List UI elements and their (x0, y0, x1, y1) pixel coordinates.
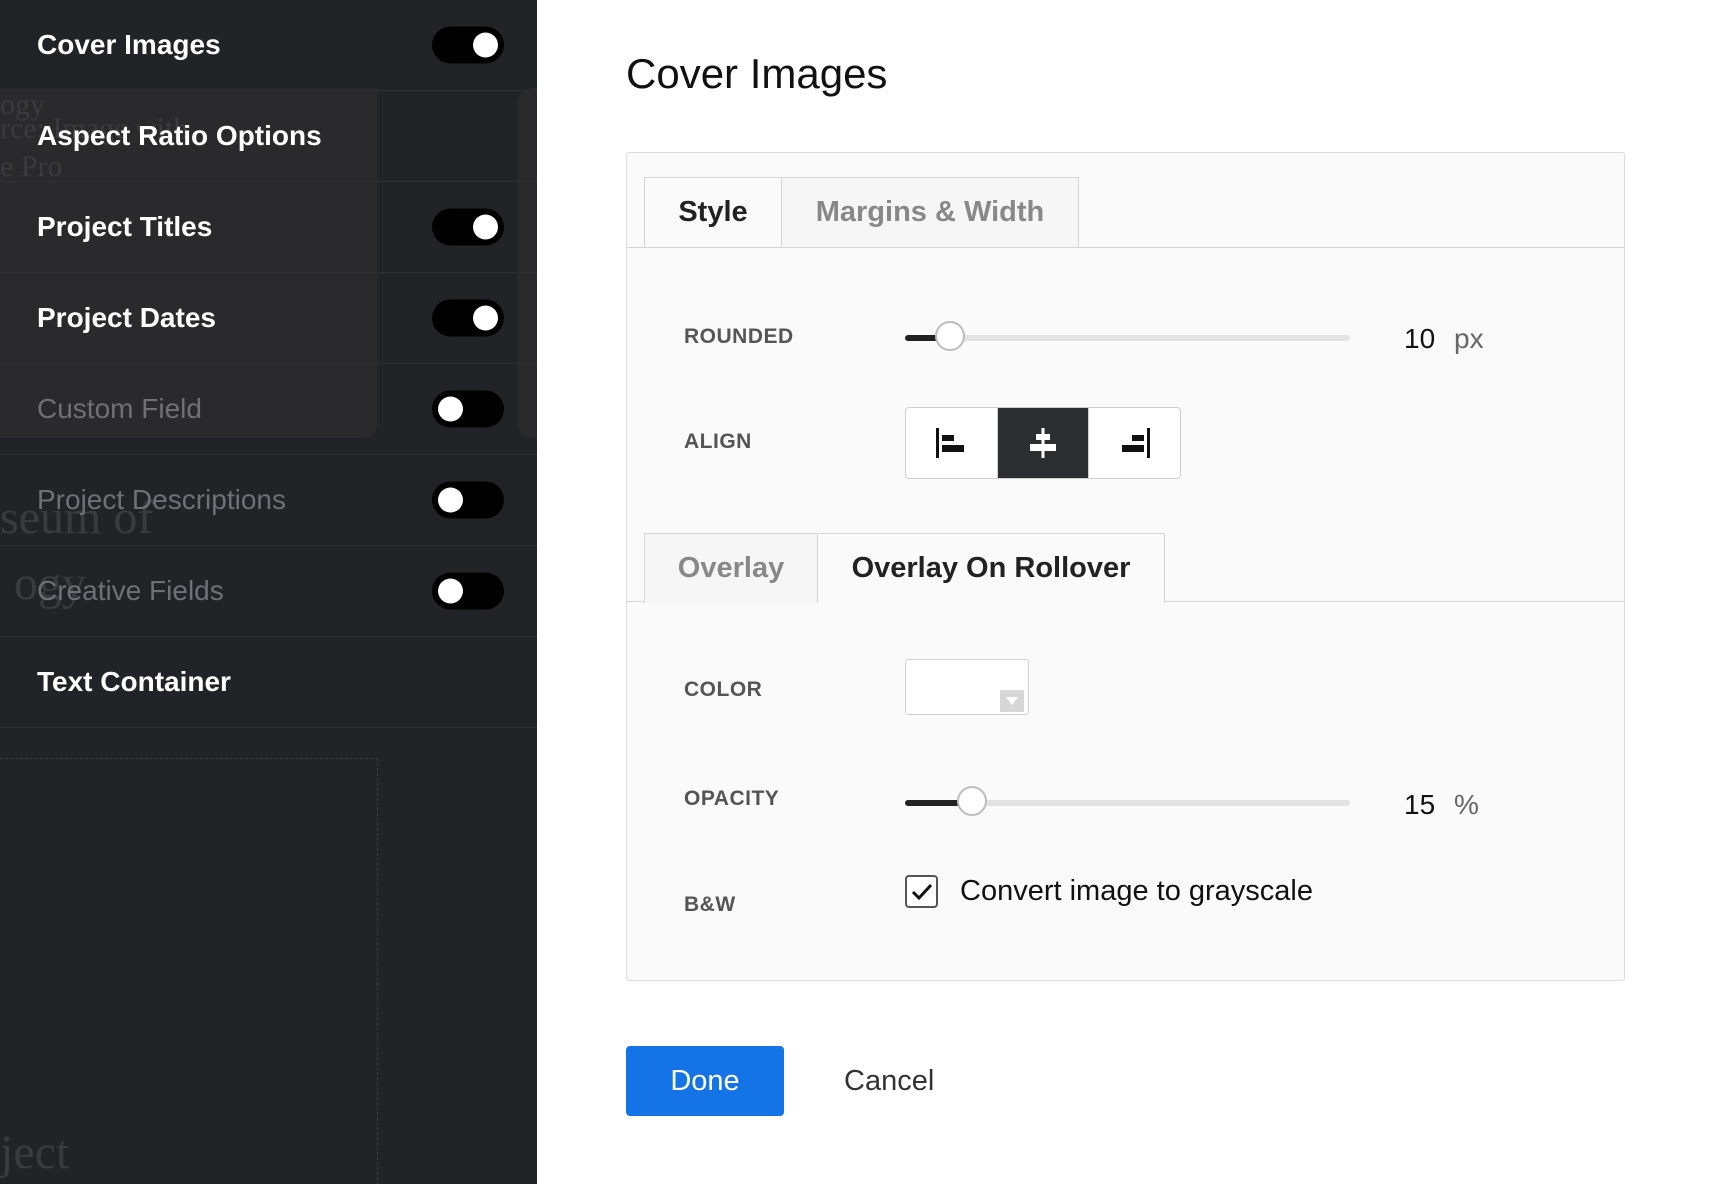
project-dates-toggle[interactable] (432, 299, 504, 337)
opacity-unit: % (1454, 789, 1479, 820)
align-center-icon (1030, 428, 1056, 458)
creative-fields-toggle[interactable] (432, 572, 504, 610)
setting-label: Creative Fields (37, 575, 224, 606)
align-left-icon (936, 428, 965, 458)
style-tabs: Style Margins & Width (644, 177, 1079, 249)
settings-list: Cover Images Aspect Ratio Options Projec… (0, 0, 537, 728)
rounded-unit: px (1454, 323, 1484, 354)
opacity-slider[interactable] (905, 786, 1350, 816)
toggle-knob (438, 396, 463, 422)
align-left-button[interactable] (906, 408, 997, 478)
settings-card: Style Margins & Width ROUNDED 10 px ALIG… (626, 152, 1625, 981)
setting-label: Project Descriptions (37, 484, 286, 515)
custom-field-toggle[interactable] (432, 390, 504, 428)
settings-panel: ogy rce: Image with e Pro seum of ogy je… (0, 0, 537, 1184)
tab-style[interactable]: Style (644, 177, 782, 247)
toggle-knob (473, 32, 498, 58)
slider-thumb[interactable] (956, 786, 987, 816)
setting-row-custom-field[interactable]: Custom Field (0, 364, 537, 455)
cover-images-toggle[interactable] (432, 26, 504, 64)
align-button-group (905, 407, 1181, 479)
setting-row-cover-images[interactable]: Cover Images (0, 0, 537, 91)
setting-label: Project Dates (37, 302, 216, 333)
setting-row-project-dates[interactable]: Project Dates (0, 273, 537, 364)
setting-row-project-titles[interactable]: Project Titles (0, 182, 537, 273)
toggle-knob (438, 487, 463, 513)
rounded-label: ROUNDED (684, 325, 794, 348)
toggle-knob (473, 214, 498, 240)
project-titles-toggle[interactable] (432, 208, 504, 246)
setting-label: Custom Field (37, 393, 202, 424)
setting-row-creative-fields[interactable]: Creative Fields (0, 546, 537, 637)
rounded-value: 10 (1404, 323, 1436, 354)
cancel-button[interactable]: Cancel (844, 1046, 934, 1116)
toggle-knob (438, 578, 463, 604)
grayscale-checkbox-label[interactable]: Convert image to grayscale (960, 875, 1313, 908)
toggle-knob (473, 305, 498, 331)
align-right-button[interactable] (1088, 408, 1180, 478)
opacity-value: 15 (1404, 789, 1436, 820)
setting-label: Aspect Ratio Options (37, 120, 322, 151)
project-descriptions-toggle[interactable] (432, 481, 504, 519)
rounded-slider[interactable] (905, 321, 1350, 351)
chevron-down-icon (1000, 690, 1024, 712)
tab-overlay[interactable]: Overlay (644, 533, 818, 603)
align-center-button[interactable] (996, 408, 1089, 478)
setting-label: Text Container (37, 666, 231, 697)
grayscale-checkbox[interactable] (905, 875, 938, 908)
setting-row-aspect-ratio-options[interactable]: Aspect Ratio Options (0, 91, 537, 182)
checkmark-icon (911, 883, 932, 900)
tab-overlay-on-rollover[interactable]: Overlay On Rollover (818, 533, 1165, 603)
setting-label: Cover Images (37, 29, 221, 60)
dialog-title: Cover Images (626, 50, 888, 97)
background-placeholder-box (0, 758, 378, 1184)
align-label: ALIGN (684, 430, 752, 453)
setting-label: Project Titles (37, 211, 213, 242)
color-label: COLOR (684, 678, 763, 701)
cover-images-dialog: Cover Images Style Margins & Width ROUND… (537, 0, 1712, 1184)
setting-row-project-descriptions[interactable]: Project Descriptions (0, 455, 537, 546)
overlay-tabs: Overlay Overlay On Rollover (644, 533, 1165, 605)
bw-label: B&W (684, 893, 736, 916)
slider-thumb[interactable] (934, 321, 965, 351)
align-right-icon (1121, 428, 1150, 458)
setting-row-text-container[interactable]: Text Container (0, 637, 537, 728)
tab-margins-width[interactable]: Margins & Width (782, 177, 1079, 247)
done-button[interactable]: Done (626, 1046, 784, 1116)
opacity-label: OPACITY (684, 787, 780, 810)
color-picker[interactable] (905, 659, 1029, 715)
